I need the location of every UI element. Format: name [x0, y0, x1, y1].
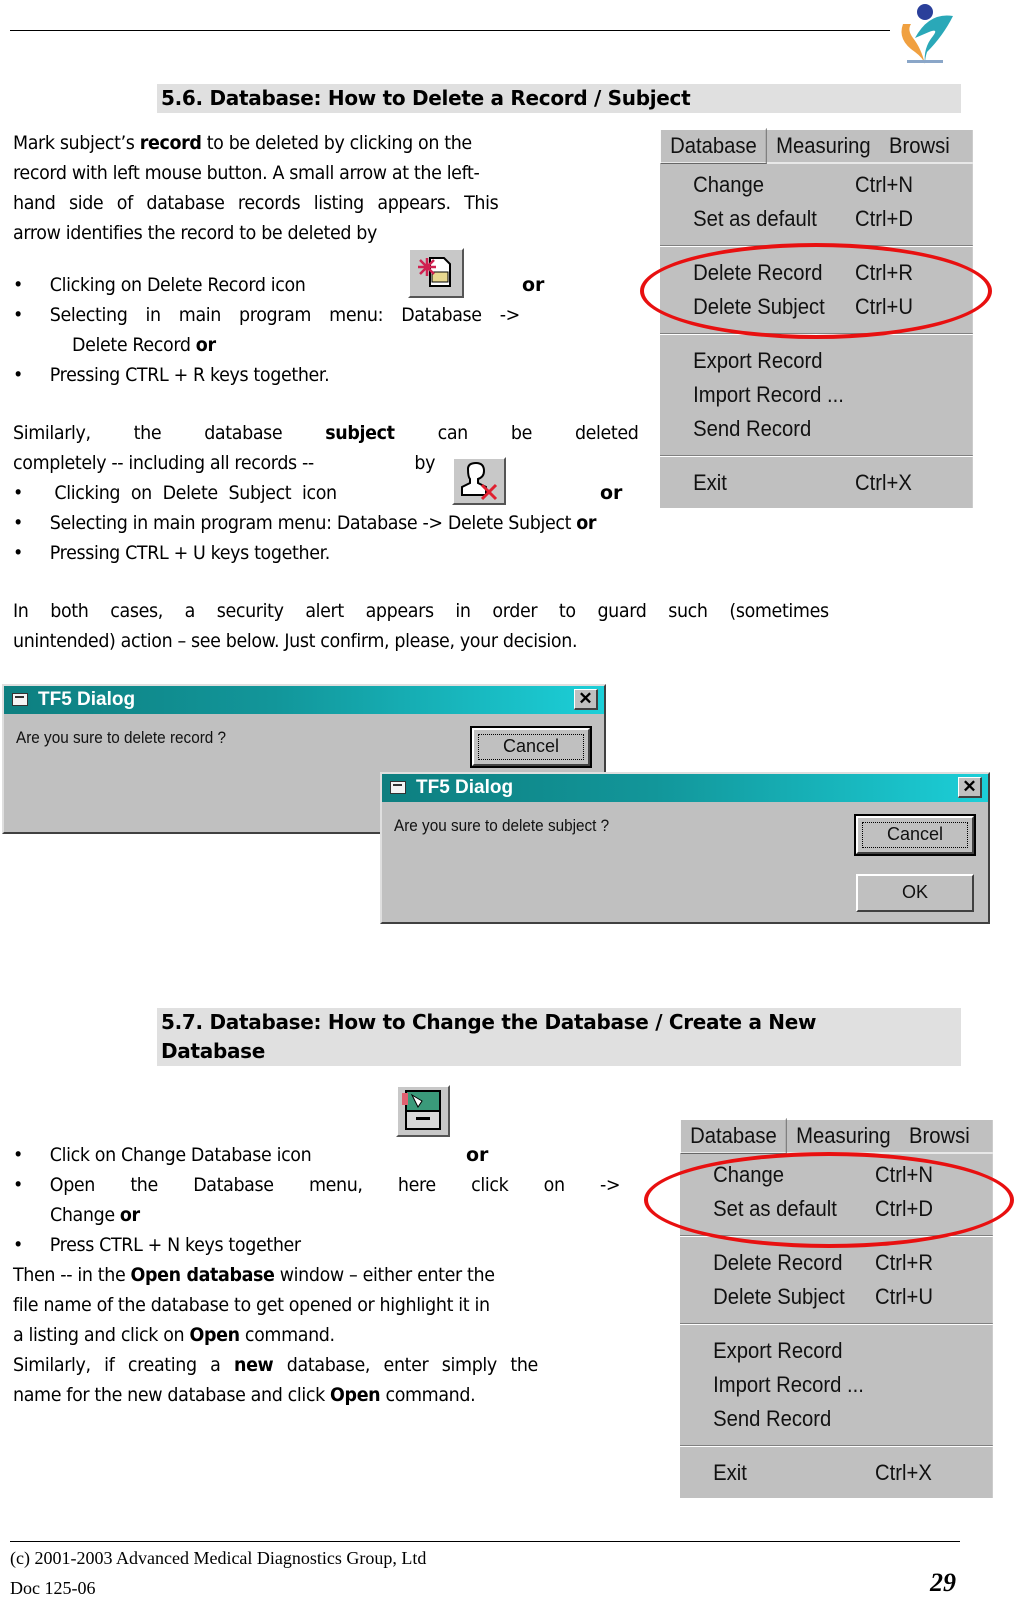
alert-line-1: In both cases, a security alert appears … [13, 600, 829, 622]
cancel-button[interactable]: Cancel [470, 726, 592, 768]
menu-bar-browse[interactable]: Browsi [880, 129, 959, 163]
header-rule [10, 30, 890, 31]
menu-bar-measuring[interactable]: Measuring [787, 1119, 900, 1153]
menu-item-send-record[interactable]: Send Record [680, 1402, 993, 1436]
highlight-ellipse [644, 1152, 1014, 1248]
section-heading-5-7: 5.7. Database: How to Change the Databas… [157, 1008, 961, 1066]
dialog-message: Are you sure to delete record ? [16, 728, 227, 747]
list-item-continuation: Change or [50, 1204, 140, 1226]
menu-item-import-record[interactable]: Import Record ... [660, 378, 973, 412]
delete-record-icon[interactable] [408, 248, 464, 298]
menu-bar-database[interactable]: Database [680, 1118, 787, 1154]
menu-separator [680, 1445, 993, 1447]
dialog-titlebar: TF5 Dialog ✕ [4, 686, 604, 714]
intro-line-1: Mark subject’s record to be deleted by c… [13, 132, 472, 154]
or-label: or [522, 274, 545, 296]
menu-bar: Database Measuring Browsi [660, 128, 973, 164]
menu-item-import-record[interactable]: Import Record ... [680, 1368, 993, 1402]
copyright-text: (c) 2001-2003 Advanced Medical Diagnosti… [10, 1548, 427, 1568]
ok-button[interactable]: OK [856, 874, 974, 912]
folder-icon [12, 693, 28, 706]
menu-item-exit[interactable]: Exit Ctrl+X [660, 466, 973, 500]
dialog-title: TF5 Dialog [416, 777, 514, 798]
change-database-icon[interactable] [396, 1085, 450, 1137]
menu-item-export-record[interactable]: Export Record [660, 344, 973, 378]
dialog-message: Are you sure to delete subject ? [394, 816, 610, 835]
change-db-paragraph: Then -- in the Open database window – ei… [13, 1264, 538, 1406]
page-number: 29 [930, 1568, 956, 1597]
intro-paragraph: Mark subject’s record to be deleted by c… [13, 128, 639, 248]
menu-item-export-record[interactable]: Export Record [680, 1334, 993, 1368]
menu-item-send-record[interactable]: Send Record [660, 412, 973, 446]
or-label: or [600, 482, 623, 504]
menu-item-set-as-default[interactable]: Set as default Ctrl+D [660, 202, 973, 236]
dialog-title: TF5 Dialog [38, 689, 136, 710]
menu-separator [680, 1323, 993, 1325]
menu-bar: Database Measuring Browsi [680, 1118, 993, 1154]
menu-separator [660, 455, 973, 457]
menu-bar-browse[interactable]: Browsi [900, 1119, 979, 1153]
delete-subject-dialog: TF5 Dialog ✕ Are you sure to delete subj… [380, 772, 990, 924]
delete-subject-icon[interactable] [452, 457, 506, 505]
subject-paragraph: Similarly, the database subject can be d… [13, 418, 639, 478]
menu-bar-measuring[interactable]: Measuring [767, 129, 880, 163]
menu-item-exit[interactable]: Exit Ctrl+X [680, 1456, 993, 1490]
close-icon[interactable]: ✕ [574, 689, 598, 710]
menu-bar-database[interactable]: Database [660, 128, 767, 164]
subject-line-2: completely -- including all records -- b… [13, 452, 436, 474]
alert-line-2: unintended) action – see below. Just con… [13, 630, 578, 652]
highlight-ellipse [640, 243, 992, 339]
or-label: or [466, 1144, 489, 1166]
intro-line-4: arrow identifies the record to be delete… [13, 222, 377, 244]
folder-icon [390, 781, 406, 794]
menu-item-delete-record[interactable]: Delete Record Ctrl+R [680, 1246, 993, 1280]
menu-item-change[interactable]: Change Ctrl+N [660, 168, 973, 202]
doc-id: Doc 125-06 [10, 1578, 96, 1598]
heart-figure-logo-icon [893, 2, 957, 66]
subject-line-1: Similarly, the database subject can be d… [13, 422, 639, 444]
intro-line-3: hand side of database records listing ap… [13, 192, 499, 214]
section-heading-5-6: 5.6. Database: How to Delete a Record / … [157, 84, 961, 113]
intro-line-2: record with left mouse button. A small a… [13, 162, 480, 184]
menu-item-delete-subject[interactable]: Delete Subject Ctrl+U [680, 1280, 993, 1314]
close-icon[interactable]: ✕ [958, 777, 982, 798]
list-item-continuation: Delete Record or [72, 334, 216, 356]
cancel-button[interactable]: Cancel [854, 814, 976, 856]
dialog-titlebar: TF5 Dialog ✕ [382, 774, 988, 802]
footer-rule [10, 1541, 960, 1542]
alert-paragraph: In both cases, a security alert appears … [13, 596, 961, 656]
